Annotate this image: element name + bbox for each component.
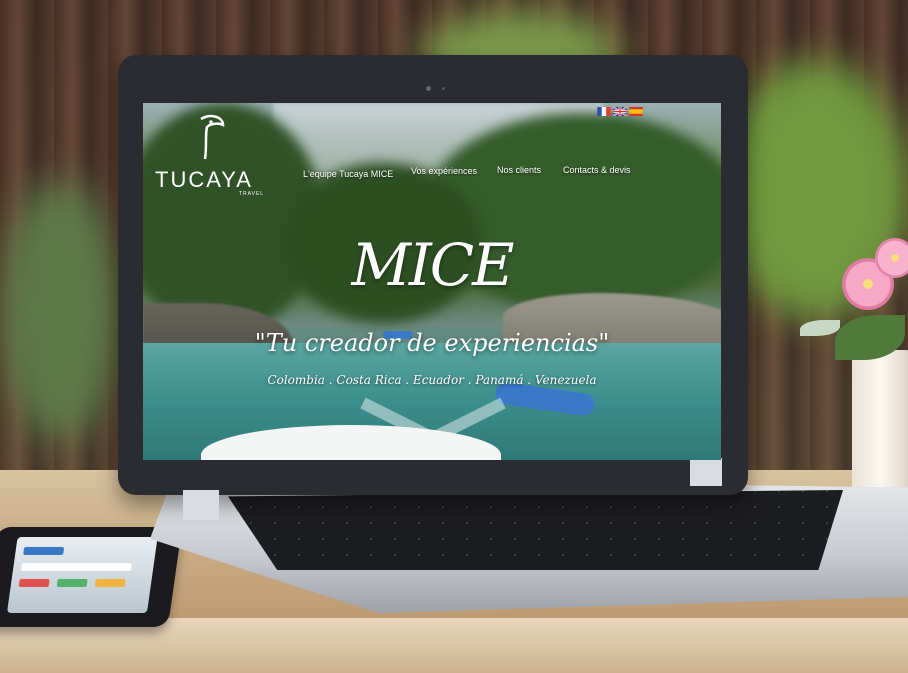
phone-screen (6, 537, 158, 613)
webcam-icon (426, 86, 431, 91)
phone-ui-bar (94, 579, 126, 587)
phone-ui-bar (56, 579, 88, 587)
laptop-hinge (183, 490, 219, 520)
laptop-hinge (690, 458, 722, 486)
nav-item-clients[interactable]: Nos clients (497, 165, 541, 175)
hero-countries: Colombia . Costa Rica . Ecuador . Panamá… (267, 373, 597, 387)
main-nav: L'equipe Tucaya MICE Vos expériences Nos… (143, 103, 721, 193)
website-screen: TUCAYA TRAVEL L'equipe Tucaya MICE Vos e… (143, 103, 721, 460)
hero-tagline: "Tu creador de experiencias" (254, 329, 610, 357)
nav-item-contacts[interactable]: Contacts & devis (563, 165, 631, 175)
nav-item-equipe[interactable]: L'equipe Tucaya MICE (303, 169, 393, 179)
phone-ui-bar (23, 547, 65, 555)
background-foliage (0, 180, 120, 440)
nav-item-experiences[interactable]: Vos expériences (411, 166, 477, 176)
flower (875, 238, 908, 278)
webcam-indicator (442, 87, 445, 90)
phone-ui-bar (18, 579, 50, 587)
smartphone (0, 527, 183, 627)
hero-title: MICE (351, 231, 514, 299)
flower-pot (852, 350, 908, 500)
phone-ui-bar (20, 563, 132, 571)
laptop-keyboard (228, 490, 843, 570)
